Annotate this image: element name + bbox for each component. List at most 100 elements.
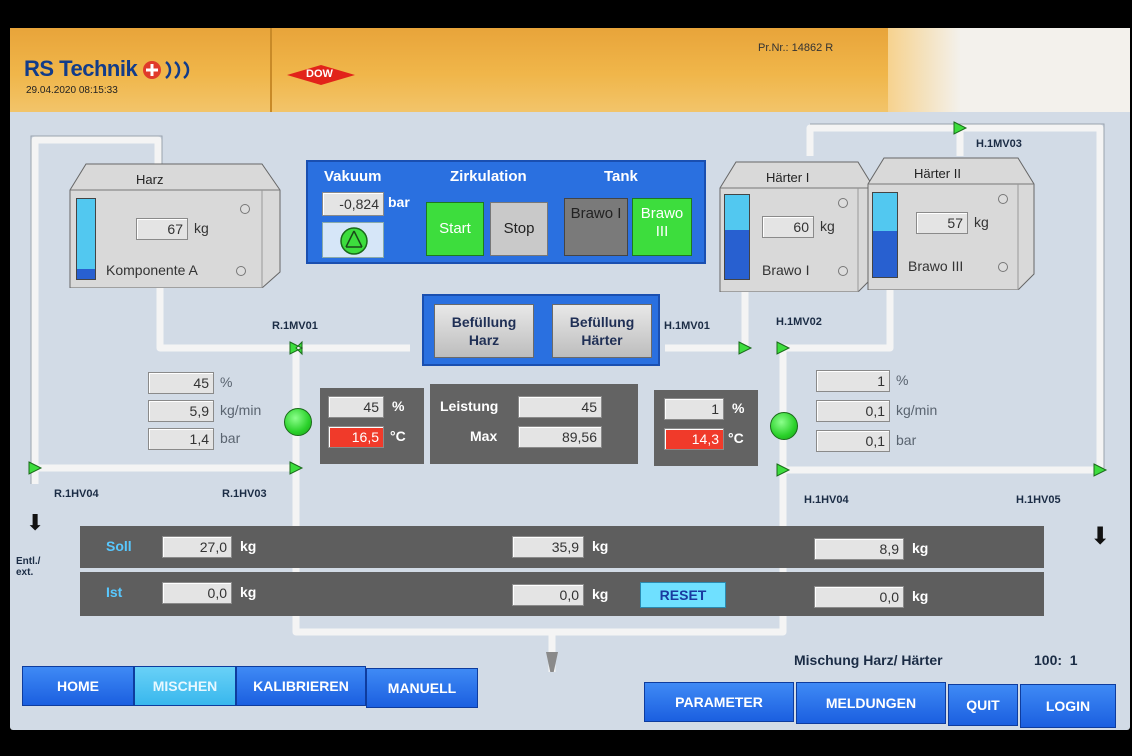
vacuum-pump-box[interactable] [322, 222, 384, 258]
ist-label: Ist [106, 584, 123, 600]
haerter1-liquid [725, 195, 749, 231]
soll-row: Soll 27,0 kg 35,9 kg 8,9 kg [80, 526, 1044, 568]
nav-kalibrieren-button[interactable]: KALIBRIEREN [236, 666, 366, 706]
leistung-value: 45 [518, 396, 602, 418]
left-temperature: 16,5 [328, 426, 384, 448]
right-temperature: 14,3 [664, 428, 724, 450]
header-right-area [888, 28, 1130, 112]
right-pump-panel: 1 % 14,3 °C [654, 390, 758, 466]
valve-h1hv05-label: H.1HV05 [1016, 494, 1061, 506]
mix-ratio-label: Mischung Harz/ Härter [794, 652, 943, 668]
right-temperature-unit: °C [728, 430, 744, 446]
befuellung-harz-button[interactable]: Befüllung Harz [434, 304, 534, 358]
befuellung-haerter-line2: Härter [581, 332, 623, 348]
ist-right-unit: kg [912, 588, 929, 604]
left-pressure-unit: bar [220, 430, 241, 446]
harz-lamp-upper [240, 204, 250, 214]
left-pump-percent: 45 [328, 396, 384, 418]
haerter1-lamp-upper [838, 198, 848, 208]
reset-button[interactable]: RESET [640, 582, 726, 608]
haerter2-tank-title: Härter II [914, 166, 961, 181]
nav-mischen-button[interactable]: MISCHEN [134, 666, 236, 706]
befuellung-haerter-line1: Befüllung [569, 314, 635, 330]
soll-left-value: 27,0 [162, 536, 232, 558]
befuellung-harz-line1: Befüllung [451, 314, 517, 330]
haerter2-component: Brawo III [908, 258, 964, 274]
right-pressure-unit: bar [896, 432, 917, 448]
nav-meldungen-button[interactable]: MELDUNGEN [796, 682, 946, 724]
valve-h1mv02-label: H.1MV02 [776, 316, 822, 328]
nav-quit-button[interactable]: QUIT [948, 684, 1018, 726]
leistung-label: Leistung [440, 398, 499, 414]
haerter2-fill-bar [872, 192, 898, 278]
haerter1-component: Brawo I [762, 262, 810, 278]
harz-weight-unit: kg [194, 220, 209, 236]
soll-right-unit: kg [912, 540, 929, 556]
soll-left-unit: kg [240, 538, 257, 554]
ist-mid-unit: kg [592, 586, 609, 602]
right-flow-unit: kg/min [896, 402, 938, 418]
mix-ratio-value: 100: 1 [1034, 652, 1078, 668]
soll-mid-value: 35,9 [512, 536, 584, 558]
start-button[interactable]: Start [426, 202, 484, 256]
datetime: 29.04.2020 08:15:33 [26, 85, 118, 96]
nav-home-button[interactable]: HOME [22, 666, 134, 706]
ist-row: Ist 0,0 kg 0,0 kg RESET 0,0 kg [80, 572, 1044, 616]
left-pressure: 1,4 [148, 428, 214, 450]
vakuum-value: -0,824 [322, 192, 384, 216]
soll-mid-unit: kg [592, 538, 609, 554]
hmi-panel: RS Technik 29.04.2020 08:15:33 DOW Pr.Nr… [10, 28, 1130, 730]
haerter2-tank[interactable]: Härter II 57 kg Brawo III [866, 154, 1038, 290]
project-number: Pr.Nr.: 14862 R [758, 42, 834, 54]
zirkulation-label: Zirkulation [450, 168, 527, 185]
fill-buttons-panel: Befüllung Harz Befüllung Härter [422, 294, 660, 366]
center-power-panel: Leistung 45 Max 89,56 [430, 384, 638, 464]
nav-manuell-button[interactable]: MANUELL [366, 668, 478, 708]
haerter1-weight-unit: kg [820, 218, 835, 234]
ist-mid-value: 0,0 [512, 584, 584, 606]
right-pump-percent-unit: % [732, 400, 745, 416]
left-flow: 5,9 [148, 400, 214, 422]
left-percent: 45 [148, 372, 214, 394]
control-panel: Vakuum Zirkulation Tank -0,824 bar Start… [306, 160, 706, 264]
haerter2-weight-unit: kg [974, 214, 989, 230]
haerter2-liquid [873, 193, 897, 231]
tank-label: Tank [604, 168, 638, 185]
left-pump-panel: 45 % 16,5 °C [320, 388, 424, 464]
right-flow: 0,1 [816, 400, 890, 422]
valve-h1mv03-label: H.1MV03 [976, 138, 1022, 150]
haerter2-lamp-lower [998, 262, 1008, 272]
harz-tank-title: Harz [136, 172, 164, 187]
soll-right-value: 8,9 [814, 538, 904, 560]
nav-parameter-button[interactable]: PARAMETER [644, 682, 794, 722]
haerter2-weight: 57 [916, 212, 968, 234]
tank-brawo3-button[interactable]: Brawo III [632, 198, 692, 256]
valve-h1hv04-label: H.1HV04 [804, 494, 849, 506]
left-flow-unit: kg/min [220, 402, 262, 418]
right-percent: 1 [816, 370, 890, 392]
harz-weight: 67 [136, 218, 188, 240]
header-bar: RS Technik 29.04.2020 08:15:33 DOW Pr.Nr… [10, 28, 1130, 112]
harz-tank[interactable]: Harz 67 kg Komponente A [66, 160, 286, 288]
tank-brawo1-button[interactable]: Brawo I [564, 198, 628, 256]
rs-logo-icon [143, 61, 190, 79]
harz-lamp-lower [236, 266, 246, 276]
harz-pump-icon[interactable] [284, 408, 312, 436]
right-pressure: 0,1 [816, 430, 890, 452]
harz-liquid [77, 199, 95, 270]
haerter1-fill-bar [724, 194, 750, 280]
valve-r1hv03-label: R.1HV03 [222, 488, 267, 500]
harz-component: Komponente A [106, 262, 198, 278]
drain-right-arrow-icon: ⬇ [1090, 523, 1111, 550]
valve-r1hv04-label: R.1HV04 [54, 488, 99, 500]
ist-left-value: 0,0 [162, 582, 232, 604]
harz-fill-bar [76, 198, 96, 280]
screen: RS Technik 29.04.2020 08:15:33 DOW Pr.Nr… [0, 0, 1132, 756]
ist-right-value: 0,0 [814, 586, 904, 608]
haerter-pump-icon[interactable] [770, 412, 798, 440]
haerter1-tank[interactable]: Härter I 60 kg Brawo I [718, 158, 878, 292]
nav-login-button[interactable]: LOGIN [1020, 684, 1116, 728]
befuellung-haerter-button[interactable]: Befüllung Härter [552, 304, 652, 358]
stop-button[interactable]: Stop [490, 202, 548, 256]
max-value: 89,56 [518, 426, 602, 448]
